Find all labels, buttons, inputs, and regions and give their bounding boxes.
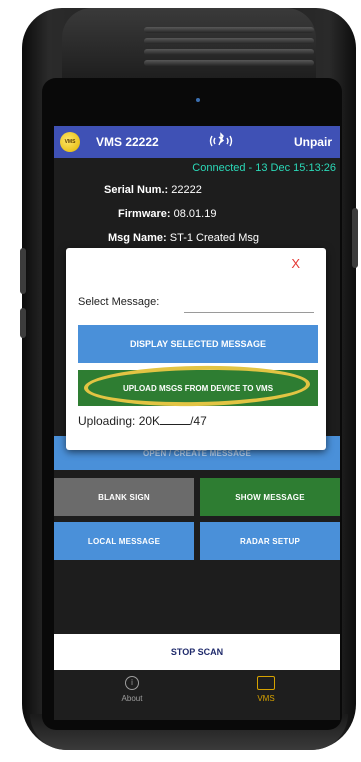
info-icon: i [125, 676, 139, 690]
serial-number-label: Serial Num.: [104, 184, 169, 196]
side-button-left [20, 248, 26, 294]
uploading-blank [160, 414, 191, 425]
msg-name-label: Msg Name: [108, 232, 167, 244]
phone-screen: VMS VMS 22222 Unpair Connected - 13 Dec … [54, 126, 340, 720]
show-message-button[interactable]: SHOW MESSAGE [200, 478, 340, 516]
blank-sign-button[interactable]: BLANK SIGN [54, 478, 194, 516]
unpair-button[interactable]: Unpair [294, 135, 332, 149]
speaker-grill [144, 22, 314, 74]
uploading-progress: Uploading: 20K/47 [78, 414, 207, 428]
select-message-dialog: X Select Message: DISPLAY SELECTED MESSA… [66, 248, 326, 450]
nav-vms-label: VMS [257, 694, 275, 703]
nav-about-label: About [121, 694, 143, 703]
display-selected-message-button[interactable]: DISPLAY SELECTED MESSAGE [78, 325, 318, 363]
serial-number-value: 22222 [171, 184, 202, 196]
connection-status: Connected - 13 Dec 15:13:26 [192, 162, 336, 174]
phone-top-housing [62, 8, 316, 88]
vms-sign-icon [257, 676, 275, 690]
app-title: VMS 22222 [96, 135, 159, 149]
bottom-navigation: i About VMS [54, 670, 340, 720]
stop-scan-button[interactable]: STOP SCAN [54, 634, 340, 670]
serial-number-row: Serial Num.: 22222 [104, 184, 202, 196]
nav-about[interactable]: i About [92, 676, 172, 703]
nav-vms[interactable]: VMS [226, 676, 306, 703]
side-button-right [352, 208, 358, 268]
msg-name-row: Msg Name: ST-1 Created Msg [108, 232, 259, 244]
bluetooth-icon[interactable] [204, 130, 238, 154]
select-message-dropdown[interactable] [184, 312, 314, 313]
msg-name-value: ST-1 Created Msg [169, 232, 260, 244]
dialog-close-button[interactable]: X [291, 256, 300, 271]
firmware-label: Firmware: [118, 208, 171, 220]
select-message-label: Select Message: [78, 296, 160, 308]
bluetooth-glyph [209, 132, 233, 147]
firmware-row: Firmware: 08.01.19 [118, 208, 216, 220]
app-bar: VMS VMS 22222 Unpair [54, 126, 340, 158]
front-camera [196, 98, 200, 102]
radar-setup-button[interactable]: RADAR SETUP [200, 522, 340, 560]
vms-logo-icon: VMS [60, 132, 80, 152]
side-button-left-lower [20, 308, 26, 338]
uploading-suffix: /47 [190, 414, 207, 428]
local-message-button[interactable]: LOCAL MESSAGE [54, 522, 194, 560]
firmware-value: 08.01.19 [173, 208, 217, 220]
uploading-prefix: Uploading: 20K [78, 414, 161, 428]
